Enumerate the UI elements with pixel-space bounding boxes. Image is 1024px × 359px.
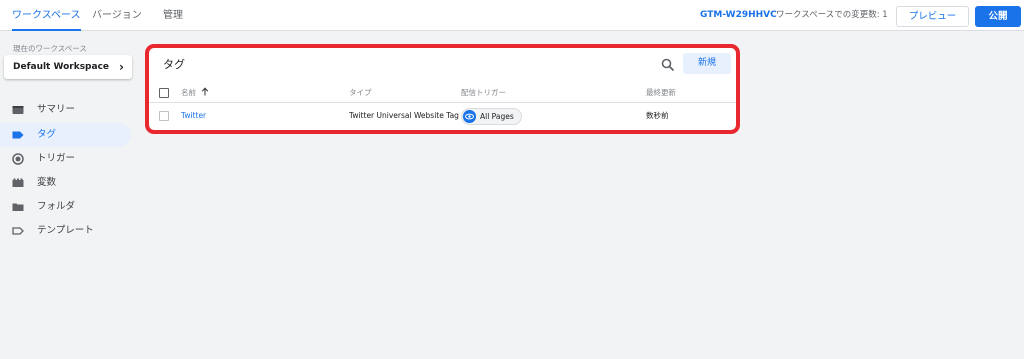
column-header-trigger[interactable]: 配信トリガー: [461, 83, 506, 103]
tags-card: タグ 新規 名前 タイプ 配信トリガー 最終更新 Twitter Twitter…: [145, 44, 740, 134]
sidebar-item-triggers[interactable]: トリガー: [0, 147, 131, 171]
trigger-chip[interactable]: All Pages: [461, 108, 522, 125]
sidebar-item-folders[interactable]: フォルダ: [0, 195, 131, 219]
row-checkbox[interactable]: [159, 111, 169, 121]
tab-workspace[interactable]: ワークスペース: [12, 0, 81, 31]
tag-name-link[interactable]: Twitter: [181, 104, 206, 128]
publish-button[interactable]: 公開: [975, 6, 1021, 27]
tab-versions[interactable]: バージョン: [92, 0, 142, 31]
current-workspace-label: 現在のワークスペース: [13, 44, 87, 53]
template-icon: [12, 227, 24, 235]
column-header-name[interactable]: 名前: [181, 83, 209, 103]
eye-icon: [463, 110, 476, 123]
chevron-right-icon: ›: [119, 60, 124, 74]
sidebar-item-label: フォルダ: [37, 201, 76, 212]
search-icon[interactable]: [661, 58, 675, 72]
workspace-changes-count: ワークスペースでの変更数: 1: [776, 10, 888, 20]
sidebar-item-variables[interactable]: 変数: [0, 171, 131, 195]
table-header: 名前 タイプ 配信トリガー 最終更新: [149, 83, 736, 103]
container-id[interactable]: GTM-W29HHVC: [700, 0, 777, 31]
column-header-type[interactable]: タイプ: [349, 83, 372, 103]
variables-icon: [12, 178, 24, 187]
sidebar-item-label: サマリー: [37, 104, 76, 115]
tab-admin[interactable]: 管理: [163, 0, 183, 31]
tag-icon: [12, 131, 24, 139]
sidebar-item-label: テンプレート: [37, 225, 94, 236]
column-name-label: 名前: [181, 88, 196, 97]
last-updated: 数秒前: [646, 111, 669, 120]
preview-button[interactable]: プレビュー: [896, 6, 969, 27]
workspace-name: Default Workspace: [13, 62, 110, 72]
arrow-up-icon: [202, 87, 209, 96]
trigger-icon: [12, 153, 24, 165]
select-all-checkbox[interactable]: [159, 88, 169, 98]
table-row[interactable]: Twitter Twitter Universal Website Tag Al…: [149, 104, 736, 128]
sidebar-item-templates[interactable]: テンプレート: [0, 219, 131, 243]
sidebar-item-label: タグ: [37, 129, 57, 140]
trigger-label: All Pages: [480, 112, 514, 121]
card-title: タグ: [163, 58, 185, 71]
tag-type: Twitter Universal Website Tag: [349, 111, 459, 120]
top-bar: ワークスペース バージョン 管理 GTM-W29HHVC ワークスペースでの変更…: [0, 0, 1024, 31]
sidebar-item-label: トリガー: [37, 153, 76, 164]
sidebar-item-summary[interactable]: サマリー: [0, 98, 131, 122]
workspace-selector[interactable]: Default Workspace ›: [4, 55, 132, 79]
column-header-updated[interactable]: 最終更新: [646, 83, 676, 103]
new-tag-button[interactable]: 新規: [683, 53, 731, 74]
sidebar-item-tags[interactable]: タグ: [0, 123, 131, 147]
summary-icon: [12, 106, 24, 114]
sidebar-item-label: 変数: [37, 177, 57, 188]
folder-icon: [12, 203, 24, 211]
